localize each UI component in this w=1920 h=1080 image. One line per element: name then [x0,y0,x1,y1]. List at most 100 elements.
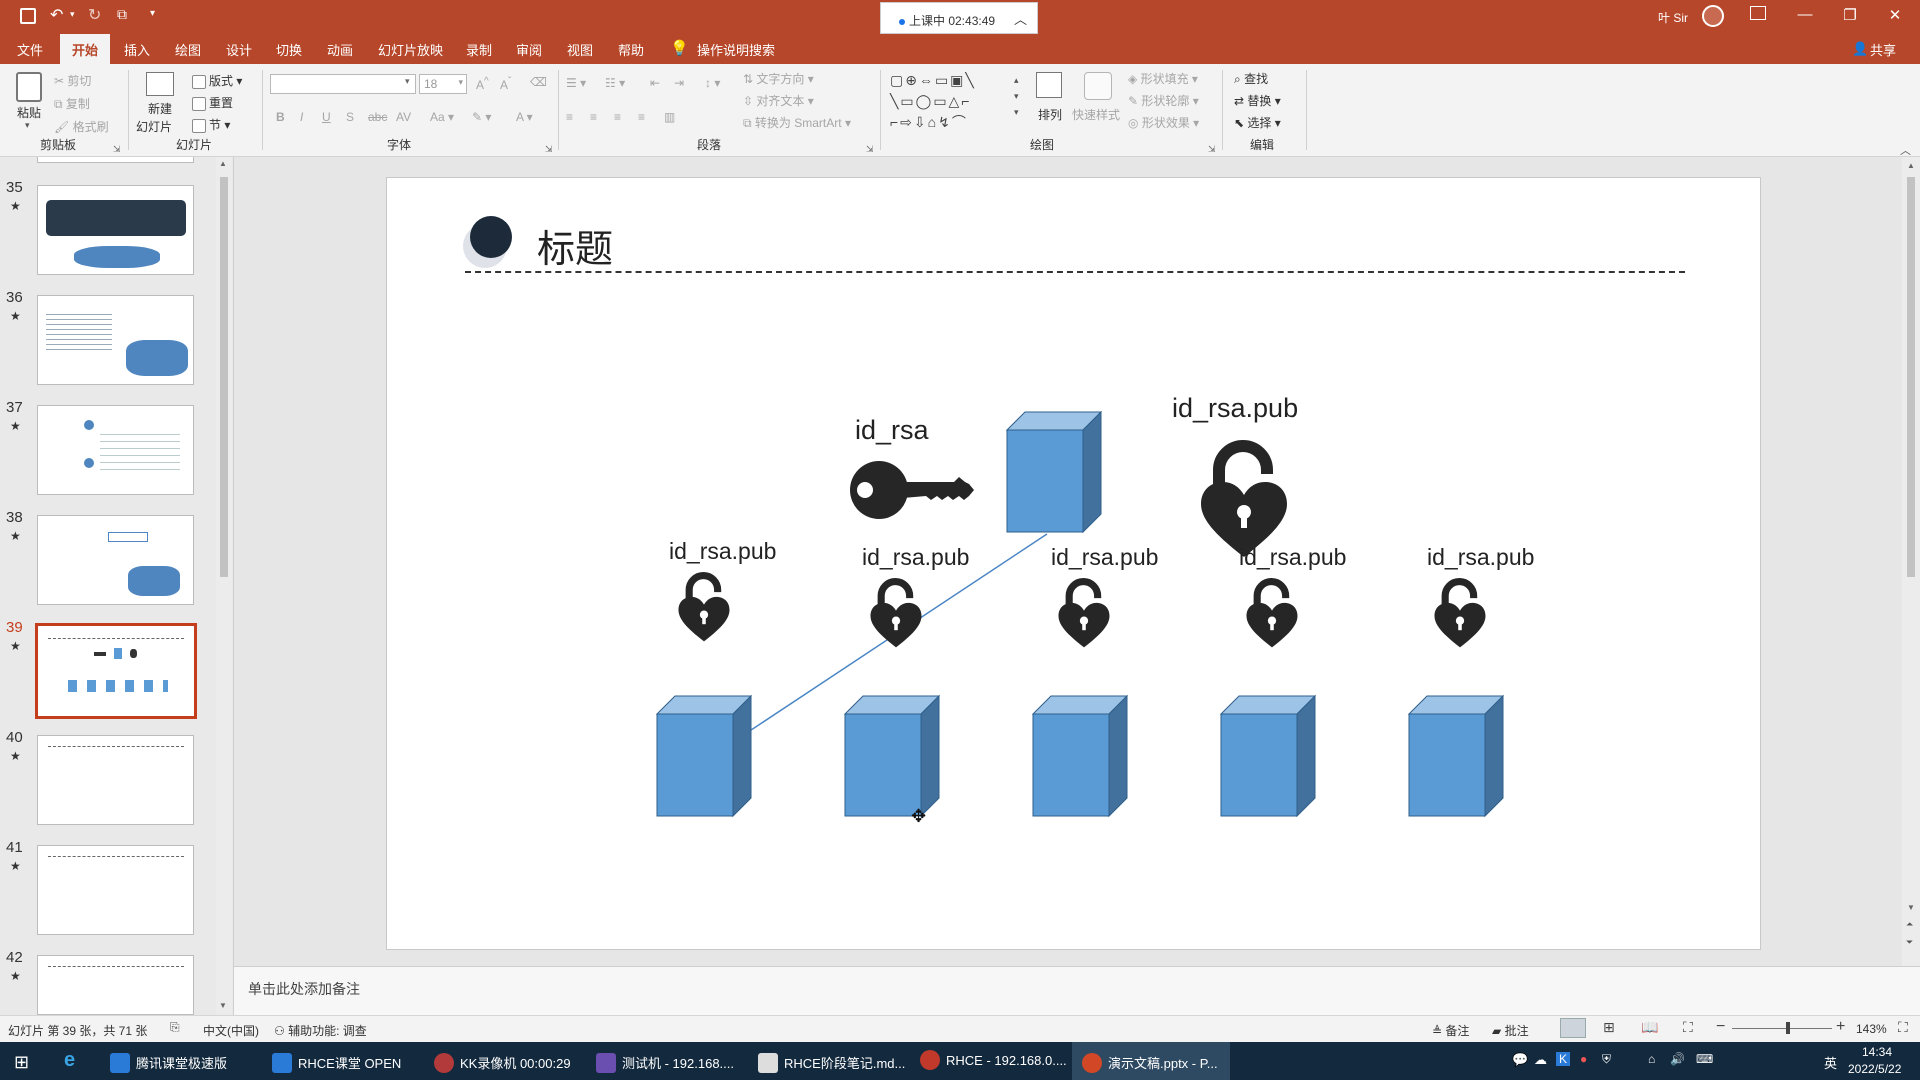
paragraph-launcher-icon[interactable]: ⇲ [866,144,874,155]
clock-date[interactable]: 2022/5/22 [1848,1062,1901,1076]
scrollbar-thumb[interactable] [220,177,228,577]
taskbar-item-kk-recorder[interactable]: KK录像机 00:00:29 [424,1042,582,1080]
arrange-icon[interactable] [1036,72,1062,98]
thumbnail-slide-37[interactable]: 37 ★ [0,399,210,499]
increase-font-icon[interactable]: A^ [476,76,489,92]
smartart-button[interactable]: ⧉ 转换为 SmartArt ▾ [743,114,851,131]
text-direction-button[interactable]: ⇅ 文字方向 ▾ [743,70,814,87]
undo-dropdown-icon[interactable]: ▾ [70,9,75,20]
customize-toolbar-icon[interactable]: ▾ [150,8,155,19]
scrollbar-thumb[interactable] [1907,177,1915,577]
tray-keyboard-icon[interactable]: ⌨ [1696,1052,1713,1066]
thumbnail-scrollbar[interactable]: ▲ ▼ [216,157,232,1015]
layout-button[interactable]: 版式 ▾ [192,72,242,89]
server-3-label[interactable]: id_rsa.pub [1051,544,1158,571]
line-spacing-icon[interactable]: ↕ ▾ [705,76,720,90]
bold-icon[interactable]: B [276,110,285,124]
slide-thumbnail-pane[interactable]: 35 ★ 36 ★ 37 ★ 38 ★ 39 ★ 40 ★ 41 ★ 42 ★ … [0,157,234,1015]
tab-view[interactable]: 视图 [567,40,593,59]
zoom-out-button[interactable]: − [1716,1018,1725,1036]
decrease-indent-icon[interactable]: ⇤ [650,76,660,90]
font-size-input[interactable]: 18 ▾ [419,74,467,94]
avatar[interactable] [1702,5,1724,27]
scroll-up-icon[interactable]: ▲ [1907,161,1915,170]
justify-icon[interactable]: ≡ [638,110,645,124]
slide-canvas[interactable]: 标题 id_rsa id_rsa.pub id_rsa.pub id_rsa.p… [386,177,1761,950]
shape-fill-button[interactable]: ◈ 形状填充 ▾ [1128,70,1198,87]
editor-scrollbar[interactable]: ▲ ▼ ⏶ ⏷ [1902,157,1920,966]
next-slide-icon[interactable]: ⏷ [1906,937,1913,948]
paste-icon[interactable] [16,72,42,102]
taskbar-item-notes[interactable]: RHCE阶段笔记.md... [748,1042,906,1080]
windows-start-icon[interactable]: ⊞ [14,1052,29,1073]
tab-draw[interactable]: 绘图 [175,40,201,59]
align-right-icon[interactable]: ≡ [614,110,621,124]
align-text-button[interactable]: ⇳ 对齐文本 ▾ [743,92,814,109]
find-button[interactable]: ⌕ 查找 [1234,70,1268,87]
tray-volume-icon[interactable]: 🔊 [1670,1052,1685,1066]
font-name-dropdown-icon[interactable]: ▾ [405,76,410,87]
save-icon[interactable] [20,8,36,24]
section-button[interactable]: 节 ▾ [192,116,230,133]
tell-me-search[interactable]: 操作说明搜索 [697,40,775,59]
italic-icon[interactable]: I [300,110,303,124]
font-size-dropdown-icon[interactable]: ▾ [458,77,463,88]
shape-outline-button[interactable]: ✎ 形状轮廓 ▾ [1128,92,1199,109]
shapes-gallery[interactable]: ▢⊕⇔▭▣╲ ╲▭◯▭△⌐ ⌐⇨⇩⌂↯⌒ [890,70,1012,136]
paste-dropdown-icon[interactable]: ▾ [25,120,30,131]
quick-styles-icon[interactable] [1084,72,1112,100]
tab-slideshow[interactable]: 幻灯片放映 [378,40,443,59]
tab-animations[interactable]: 动画 [327,40,353,59]
public-key-label[interactable]: id_rsa.pub [1172,393,1298,424]
edge-icon[interactable]: e [64,1049,75,1072]
columns-icon[interactable]: ▥ [664,110,675,124]
copy-button[interactable]: ⧉ 复制 [54,95,90,112]
notes-placeholder[interactable]: 单击此处添加备注 [248,979,360,999]
server-2-label[interactable]: id_rsa.pub [862,544,969,571]
format-painter-button[interactable]: 🖌 格式刷 [54,118,109,135]
previous-slide-icon[interactable]: ⏶ [1906,919,1913,930]
start-slideshow-icon[interactable]: ⧉ [117,6,127,23]
tab-file[interactable]: 文件 [17,40,43,59]
close-button[interactable]: ✕ [1880,6,1910,24]
notes-pane[interactable]: 单击此处添加备注 [234,966,1920,1015]
recording-badge[interactable]: 上课中 02:43:49 ︿ [880,2,1038,34]
increase-indent-icon[interactable]: ⇥ [674,76,684,90]
tray-chat-icon[interactable]: 💬 [1512,1052,1528,1068]
cut-button[interactable]: ✂ 剪切 [54,72,91,89]
underline-icon[interactable]: U [322,110,331,124]
change-case-icon[interactable]: Aa ▾ [430,110,454,124]
tray-kk-icon[interactable]: K [1556,1052,1571,1066]
reading-view-icon[interactable]: 📖 [1641,1019,1658,1036]
quick-styles-button[interactable]: 快速样式 [1072,106,1120,123]
zoom-in-button[interactable]: + [1836,1018,1845,1036]
highlight-icon[interactable]: ✎ ▾ [472,110,491,124]
undo-icon[interactable]: ↶ [50,5,63,25]
clock-time[interactable]: 14:34 [1862,1045,1892,1059]
arrange-button[interactable]: 排列 [1038,106,1062,123]
paste-button[interactable]: 粘贴 [17,104,41,121]
tab-home[interactable]: 开始 [60,34,111,64]
thumbnail-slide-35[interactable]: 35 ★ [0,179,210,279]
tray-shield-icon[interactable]: ⛨ [1602,1052,1611,1067]
tray-cloud-icon[interactable]: ☁ [1534,1052,1547,1068]
font-name-input[interactable] [270,74,416,94]
align-center-icon[interactable]: ≡ [590,110,597,124]
scroll-down-icon[interactable]: ▼ [1907,903,1915,912]
share-button[interactable]: 共享 [1870,40,1896,59]
slide-title[interactable]: 标题 [537,218,613,273]
server-5-label[interactable]: id_rsa.pub [1427,544,1534,571]
font-color-icon[interactable]: A ▾ [516,110,533,124]
thumbnail-slide-36[interactable]: 36 ★ [0,289,210,389]
taskbar-item-rhce-ssh[interactable]: RHCE - 192.168.0.... [910,1042,1068,1080]
shape-effects-button[interactable]: ◎ 形状效果 ▾ [1128,114,1199,131]
slideshow-view-icon[interactable]: ⛶ [1683,1019,1693,1036]
decrease-font-icon[interactable]: Aˇ [500,76,511,92]
thumbnail-slide-40[interactable]: 40 ★ [0,729,210,829]
tray-network-icon[interactable]: ⌂ [1648,1052,1655,1066]
scroll-up-icon[interactable]: ▲ [219,159,227,168]
zoom-slider-thumb[interactable] [1786,1022,1790,1034]
tab-help[interactable]: 帮助 [618,40,644,59]
tab-record[interactable]: 录制 [466,40,492,59]
drawing-launcher-icon[interactable]: ⇲ [1208,144,1216,155]
